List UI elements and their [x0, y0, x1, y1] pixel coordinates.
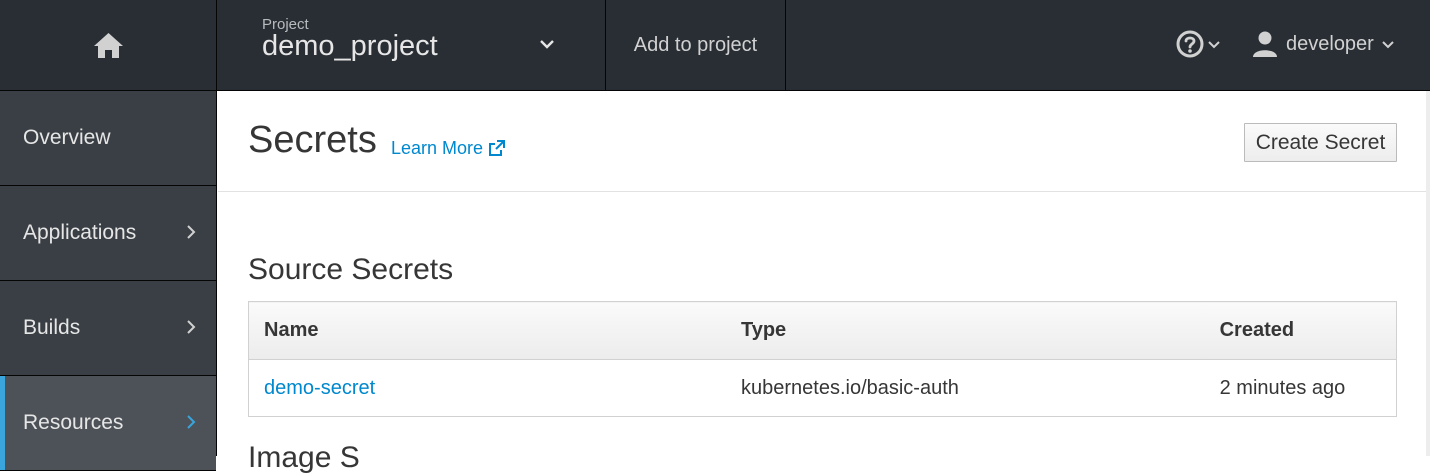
- sidebar-item-builds[interactable]: Builds: [0, 281, 216, 376]
- create-secret-button[interactable]: Create Secret: [1244, 123, 1397, 162]
- column-header-type[interactable]: Type: [725, 301, 1205, 360]
- chevron-down-icon: [1382, 41, 1394, 49]
- cell-type: kubernetes.io/basic-auth: [740, 376, 959, 399]
- sidebar-item-overview[interactable]: Overview: [0, 91, 216, 186]
- sidebar-nav: Overview Applications Builds Resources: [0, 91, 217, 471]
- external-link-icon: [489, 140, 506, 156]
- learn-more-link[interactable]: Learn More: [391, 138, 506, 159]
- chevron-right-icon: [187, 225, 196, 239]
- home-icon: [93, 32, 123, 58]
- next-section-title: Image S: [248, 441, 360, 474]
- sidebar-item-resources[interactable]: Resources: [0, 376, 216, 471]
- user-icon: [1253, 31, 1277, 57]
- secrets-table: Name Type Created demo-secret kubernetes…: [248, 301, 1397, 417]
- table-header-row: Name Type Created: [248, 301, 1397, 360]
- cell-created: 2 minutes ago: [1219, 376, 1346, 399]
- home-button[interactable]: [0, 0, 217, 90]
- page-header: Secrets Learn More Create Secret: [218, 91, 1430, 192]
- chevron-right-icon: [187, 320, 196, 334]
- user-menu[interactable]: developer: [1252, 30, 1394, 58]
- add-to-project-button[interactable]: Add to project: [606, 0, 786, 90]
- cell-name: demo-secret: [249, 360, 726, 417]
- project-name: demo_project: [262, 30, 438, 62]
- help-menu[interactable]: [1176, 30, 1220, 58]
- learn-more-label: Learn More: [391, 138, 484, 158]
- sidebar-item-applications[interactable]: Applications: [0, 186, 216, 281]
- table-row: demo-secret kubernetes.io/basic-auth 2 m…: [249, 360, 1397, 417]
- main-content: Secrets Learn More Create Secret Source …: [218, 91, 1430, 474]
- chevron-right-icon: [187, 415, 196, 429]
- sidebar-item-label: Overview: [23, 126, 111, 149]
- column-header-name[interactable]: Name: [248, 301, 726, 360]
- sidebar-item-label: Resources: [23, 411, 124, 434]
- page-title: Secrets: [248, 119, 377, 161]
- top-navbar: Project demo_project Add to project deve…: [0, 0, 1430, 91]
- chevron-down-icon: [540, 40, 554, 49]
- sidebar-item-label: Builds: [23, 316, 81, 339]
- sidebar-item-label: Applications: [23, 221, 137, 244]
- user-name: developer: [1286, 32, 1374, 55]
- help-icon: [1176, 30, 1204, 58]
- scrollbar[interactable]: [1426, 91, 1430, 456]
- chevron-down-icon: [1208, 41, 1220, 49]
- project-selector[interactable]: Project demo_project: [217, 0, 606, 90]
- section-title: Source Secrets: [248, 253, 454, 286]
- secret-link[interactable]: demo-secret: [264, 377, 375, 399]
- column-header-created[interactable]: Created: [1204, 301, 1397, 360]
